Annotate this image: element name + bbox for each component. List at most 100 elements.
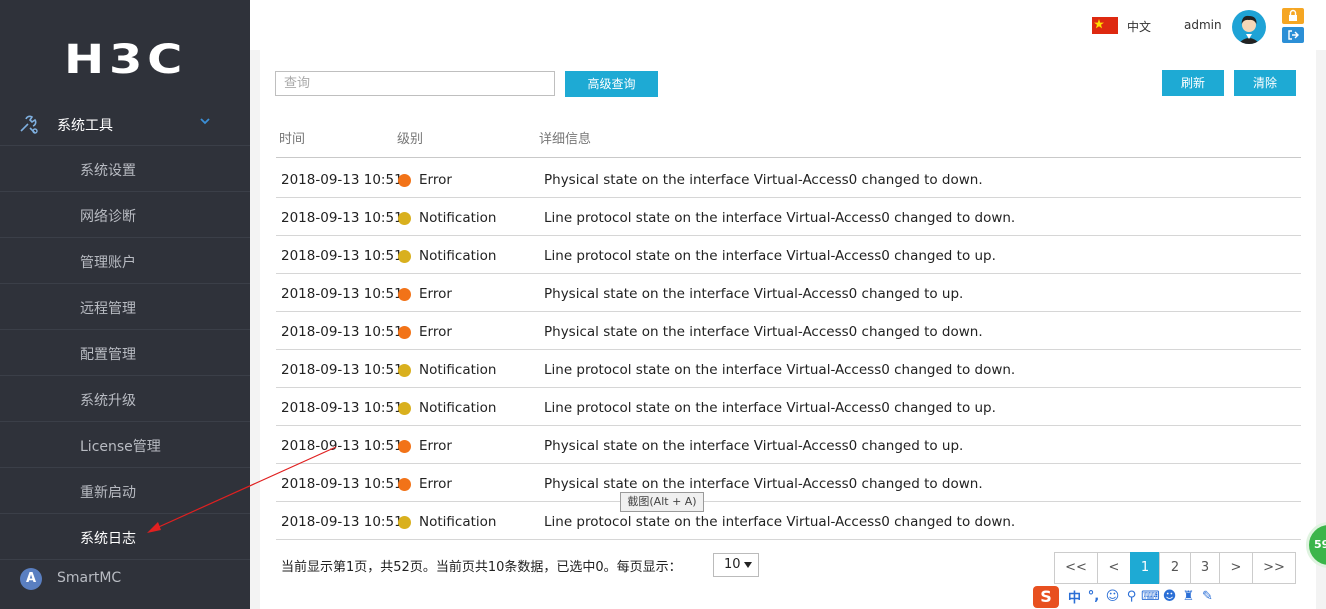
page-size-select[interactable]: 10: [713, 553, 759, 577]
level-dot-icon: [398, 440, 411, 453]
username: admin: [1184, 18, 1222, 32]
cell-level: Notification: [419, 362, 497, 378]
page-size-value: 10: [724, 557, 741, 572]
sidebar-item-config-management[interactable]: 配置管理: [0, 330, 250, 376]
table-row[interactable]: 2018-09-13 10:51 Error Physical state on t…: [276, 160, 1301, 198]
cell-level: Error: [419, 172, 452, 188]
cell-level: Notification: [419, 210, 497, 226]
sidebar-item-label: 系统日志: [80, 531, 136, 547]
level-dot-icon: [398, 478, 411, 491]
pagination-summary: 当前显示第1页，共52页。当前页共10条数据，已选中0。每页显示：: [281, 560, 682, 575]
sidebar-item-admin-accounts[interactable]: 管理账户: [0, 238, 250, 284]
cell-time: 2018-09-13 10:51: [281, 172, 403, 188]
logout-icon: [1288, 30, 1299, 40]
cell-level: Error: [419, 476, 452, 492]
table-row[interactable]: 2018-09-13 10:51 Notification Line protoco…: [276, 502, 1301, 540]
page-3-button[interactable]: 3: [1190, 552, 1220, 584]
sidebar-item-label: License管理: [80, 439, 161, 455]
cell-message: Physical state on the interface Virtual-…: [544, 172, 983, 188]
sidebar-item-label: 系统升级: [80, 393, 136, 409]
cell-level: Error: [419, 286, 452, 302]
level-dot-icon: [398, 326, 411, 339]
table-row[interactable]: 2018-09-13 10:51 Notification Line protoco…: [276, 350, 1301, 388]
microphone-icon[interactable]: ⚲: [1122, 589, 1141, 604]
sidebar-item-license[interactable]: License管理: [0, 422, 250, 468]
sidebar-item-network-diagnosis[interactable]: 网络诊断: [0, 192, 250, 238]
cell-level: Notification: [419, 248, 497, 264]
user-icon[interactable]: ☻: [1160, 589, 1179, 604]
sidebar-item-system-log[interactable]: 系统日志: [0, 514, 250, 560]
cell-level: Error: [419, 438, 452, 454]
cell-time: 2018-09-13 10:51: [281, 438, 403, 454]
menu-group-label: 系统工具: [57, 118, 113, 134]
refresh-button[interactable]: 刷新: [1162, 70, 1224, 96]
keyboard-icon[interactable]: ⌨: [1141, 589, 1160, 604]
caret-down-icon: [744, 562, 752, 568]
table-row[interactable]: 2018-09-13 10:51 Notification Line protoco…: [276, 388, 1301, 426]
sidebar-item-system-settings[interactable]: 系统设置: [0, 146, 250, 192]
table-row[interactable]: 2018-09-13 10:51 Error Physical state on t…: [276, 426, 1301, 464]
emoji-icon[interactable]: ☺: [1103, 589, 1122, 604]
sidebar-item-system-upgrade[interactable]: 系统升级: [0, 376, 250, 422]
table-row[interactable]: 2018-09-13 10:51 Notification Line protoco…: [276, 198, 1301, 236]
cell-message: Physical state on the interface Virtual-…: [544, 476, 983, 492]
pager: << < 1 2 3 > >>: [1054, 552, 1296, 584]
logout-button[interactable]: [1282, 27, 1304, 43]
avatar[interactable]: [1232, 10, 1266, 44]
table-row[interactable]: 2018-09-13 10:51 Error Physical state on t…: [276, 464, 1301, 502]
menu-group-system-tools[interactable]: 系统工具: [0, 102, 250, 146]
table-row[interactable]: 2018-09-13 10:51 Error Physical state on t…: [276, 274, 1301, 312]
cell-message: Line protocol state on the interface Vir…: [544, 514, 1016, 530]
ime-mode-indicator[interactable]: 中: [1065, 587, 1084, 606]
cell-level: Error: [419, 324, 452, 340]
prev-page-button[interactable]: <: [1097, 552, 1131, 584]
language-switch[interactable]: 中文: [1127, 18, 1151, 35]
search-input[interactable]: [275, 71, 555, 96]
sidebar-item-reboot[interactable]: 重新启动: [0, 468, 250, 514]
page-1-button[interactable]: 1: [1130, 552, 1160, 584]
sidebar-item-label: 系统设置: [80, 163, 136, 179]
column-header-time[interactable]: 时间: [279, 128, 305, 147]
sidebar-item-label: SmartMC: [57, 570, 122, 586]
cell-time: 2018-09-13 10:51: [281, 248, 403, 264]
cell-time: 2018-09-13 10:51: [281, 286, 403, 302]
lock-button[interactable]: [1282, 8, 1304, 24]
china-flag-icon[interactable]: [1092, 17, 1118, 34]
cell-time: 2018-09-13 10:51: [281, 362, 403, 378]
first-page-button[interactable]: <<: [1054, 552, 1098, 584]
sidebar-item-smartmc[interactable]: A SmartMC: [0, 559, 250, 599]
cell-time: 2018-09-13 10:51: [281, 400, 403, 416]
wrench-icon[interactable]: ✎: [1198, 589, 1217, 604]
skin-icon[interactable]: ♜: [1179, 589, 1198, 604]
sidebar-item-label: 配置管理: [80, 347, 136, 363]
last-page-button[interactable]: >>: [1252, 552, 1296, 584]
chevron-down-icon: [200, 118, 210, 125]
sidebar-item-remote-management[interactable]: 远程管理: [0, 284, 250, 330]
cell-message: Physical state on the interface Virtual-…: [544, 438, 964, 454]
next-page-button[interactable]: >: [1219, 552, 1253, 584]
sogou-logo-icon[interactable]: S: [1033, 585, 1059, 608]
punctuation-icon[interactable]: °,: [1084, 589, 1103, 604]
column-header-level[interactable]: 级别: [397, 128, 423, 147]
sidebar-item-label: 远程管理: [80, 301, 136, 317]
sidebar: H3C 系统工具 系统设置 网络诊断 管理账户 远程管理 配置管理 系统升级 L…: [0, 0, 250, 609]
table-row[interactable]: 2018-09-13 10:51 Notification Line protoco…: [276, 236, 1301, 274]
screenshot-tooltip: 截图(Alt + A): [620, 492, 704, 512]
ime-toolbar: S 中 °, ☺ ⚲ ⌨ ☻ ♜ ✎: [1033, 584, 1239, 609]
level-dot-icon: [398, 516, 411, 529]
main-panel: 高级查询 刷新 清除 时间 级别 详细信息 2018-09-13 10:51 Er…: [260, 50, 1316, 609]
table-row[interactable]: 2018-09-13 10:51 Error Physical state on t…: [276, 312, 1301, 350]
cell-message: Physical state on the interface Virtual-…: [544, 286, 964, 302]
tools-icon: [20, 115, 38, 134]
sidebar-item-label: 重新启动: [80, 485, 136, 501]
clear-button[interactable]: 清除: [1234, 70, 1296, 96]
cell-time: 2018-09-13 10:51: [281, 210, 403, 226]
advanced-query-button[interactable]: 高级查询: [565, 71, 658, 97]
cell-message: Line protocol state on the interface Vir…: [544, 400, 996, 416]
column-header-details[interactable]: 详细信息: [539, 128, 591, 147]
sidebar-item-label: 管理账户: [80, 255, 136, 271]
level-dot-icon: [398, 288, 411, 301]
page-2-button[interactable]: 2: [1159, 552, 1191, 584]
cell-message: Line protocol state on the interface Vir…: [544, 362, 1016, 378]
level-dot-icon: [398, 174, 411, 187]
